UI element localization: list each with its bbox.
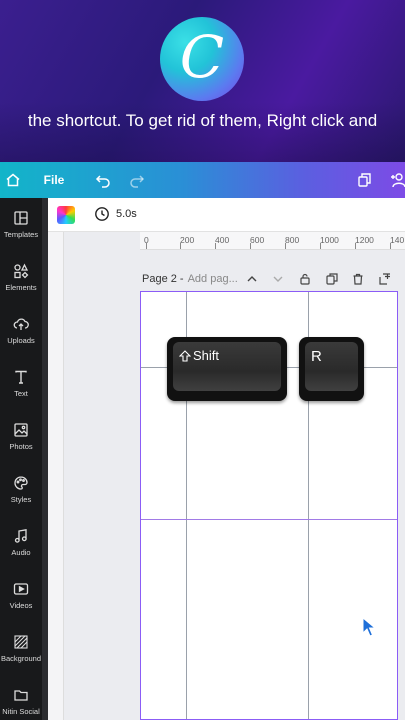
sidebar-item-label: Styles [10, 495, 32, 504]
ruler-tick-label: 600 [250, 235, 265, 245]
chevron-up-icon[interactable] [246, 272, 258, 290]
ruler-tick-label: 1000 [320, 235, 339, 245]
left-sidebar: Templates Elements Uploads Text Photos S… [0, 198, 42, 720]
shift-arrow-icon [179, 350, 191, 362]
sidebar-item-videos[interactable]: Videos [0, 569, 42, 622]
sidebar-item-folder[interactable]: Nitin Social [0, 675, 42, 720]
photos-icon [14, 423, 28, 437]
ruler-tick-label: 0 [144, 235, 149, 245]
logo-letter: C [179, 23, 225, 91]
page-header: Page 2 - Add pag... [142, 270, 238, 288]
video-icon [13, 583, 29, 595]
add-person-icon[interactable] [388, 162, 405, 198]
canva-logo: C [160, 17, 244, 101]
shift-key-face: Shift [173, 342, 281, 391]
vertical-ruler [48, 232, 64, 720]
add-page-icon[interactable] [379, 272, 391, 290]
top-toolbar: File [0, 162, 405, 198]
sidebar-item-templates[interactable]: Templates [0, 198, 42, 251]
file-menu-button[interactable]: File [40, 162, 68, 198]
folder-icon [14, 690, 28, 701]
sidebar-item-text[interactable]: Text [0, 357, 42, 410]
sidebar-item-label: Nitin Social [2, 707, 40, 716]
editor-subtoolbar: 5.0s [48, 198, 405, 232]
home-icon[interactable] [2, 162, 24, 198]
ruler-tick-label: 800 [285, 235, 300, 245]
palette-icon [14, 476, 28, 490]
upload-icon [13, 318, 29, 330]
ruler-guide-horizontal[interactable] [141, 519, 397, 520]
r-key-face: R [305, 342, 358, 391]
chevron-down-icon[interactable] [272, 272, 284, 290]
r-key-image[interactable]: R [299, 337, 364, 401]
ruler-tick-label: 200 [180, 235, 195, 245]
page-title: Page 2 - [142, 273, 184, 285]
sidebar-item-elements[interactable]: Elements [0, 251, 42, 304]
ruler-tick-label: 400 [215, 235, 230, 245]
video-caption: the shortcut. To get rid of them, Right … [27, 111, 378, 130]
shift-key-image[interactable]: Shift [167, 337, 287, 401]
sidebar-item-label: Photos [9, 442, 33, 451]
sidebar-item-background[interactable]: Background [0, 622, 42, 675]
page-title-input[interactable]: Add pag... [188, 273, 238, 285]
sidebar-item-label: Audio [11, 548, 31, 557]
music-icon [14, 529, 27, 543]
sidebar-item-audio[interactable]: Audio [0, 516, 42, 569]
mouse-cursor-icon [362, 616, 377, 642]
ruler-tick-label: 140 [390, 235, 405, 245]
color-picker-button[interactable] [57, 206, 75, 224]
video-banner: C the shortcut. To get rid of them, Righ… [0, 0, 405, 162]
horizontal-ruler: 0 200 400 600 800 1000 1200 140 [140, 232, 405, 250]
sidebar-item-label: Text [14, 389, 28, 398]
redo-icon[interactable] [126, 162, 148, 198]
trash-icon[interactable] [352, 272, 364, 290]
duration-value[interactable]: 5.0s [116, 208, 137, 220]
background-icon [14, 635, 28, 649]
duplicate-page-icon[interactable] [326, 272, 338, 290]
lock-icon[interactable] [299, 272, 311, 290]
undo-icon[interactable] [92, 162, 114, 198]
design-page[interactable]: Shift R [140, 291, 398, 720]
sidebar-item-photos[interactable]: Photos [0, 410, 42, 463]
clock-icon[interactable] [94, 206, 110, 227]
sidebar-item-label: Background [0, 654, 42, 663]
sidebar-item-label: Templates [3, 230, 39, 239]
sidebar-item-uploads[interactable]: Uploads [0, 304, 42, 357]
sidebar-item-label: Elements [5, 283, 37, 292]
templates-icon [14, 211, 28, 225]
ruler-tick-label: 1200 [355, 235, 374, 245]
sidebar-item-label: Videos [9, 601, 33, 610]
elements-icon [14, 263, 29, 279]
sidebar-item-styles[interactable]: Styles [0, 463, 42, 516]
resize-icon[interactable] [354, 162, 376, 198]
text-icon [15, 370, 27, 384]
r-key-label: R [311, 348, 322, 365]
sidebar-item-label: Uploads [7, 336, 35, 345]
shift-key-label: Shift [193, 348, 220, 363]
